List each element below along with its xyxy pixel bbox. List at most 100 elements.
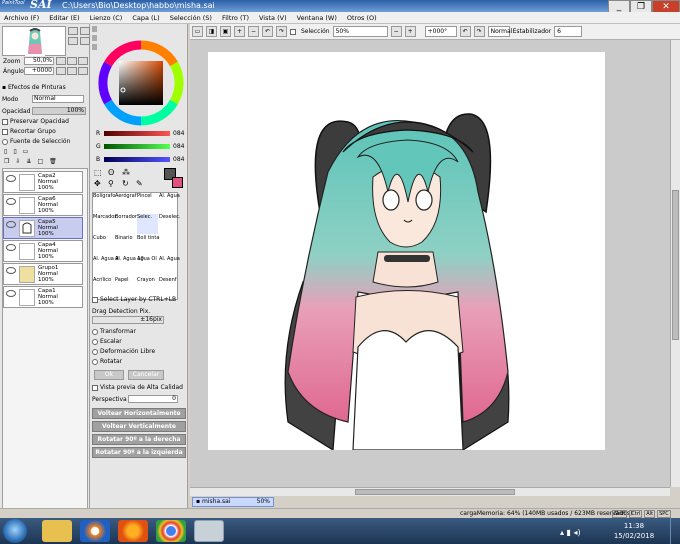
brush-slot[interactable]: Binario [115,235,136,255]
clip-group-checkbox[interactable] [2,128,8,135]
document-tab[interactable]: ▪ misha.sai 50% [192,497,274,507]
brush-slot[interactable]: Al. Agua [159,256,180,276]
rotate-radio[interactable] [92,358,98,365]
lasso-tool-icon[interactable]: ʘ [108,168,120,177]
opacity-slider[interactable]: 100% [32,107,86,115]
brush-slot[interactable]: Cubo [93,235,114,255]
zoom-inc-button[interactable] [67,57,77,65]
menu-layer[interactable]: Capa (L) [132,12,159,23]
free-deform-radio[interactable] [92,348,98,355]
rgb-mode-button[interactable] [92,35,97,41]
menu-others[interactable]: Otros (O) [347,12,377,23]
layer-group-item[interactable]: Grupo1 Normal 100% [3,263,83,285]
rotate-left-icon[interactable]: ↶ [262,26,273,37]
mode-select[interactable]: Normal [32,95,84,103]
copy-layer-icon[interactable]: ❐ [4,158,9,165]
brush-slot[interactable]: Acrílico [93,277,114,297]
visibility-eye-icon[interactable] [6,198,16,205]
show-desktop-button[interactable] [670,518,680,544]
rotate-left-button[interactable]: Rotatar 90º a la izquierda [92,447,186,458]
ok-button[interactable]: Ok [94,370,124,380]
select-layer-checkbox[interactable] [92,296,98,303]
layer-item[interactable]: Capa6 Normal 100% [3,194,83,216]
brush-slot[interactable]: Al. Agua 10 [115,256,144,276]
flip-horizontal-button[interactable]: Voltear Horizontalmente [92,408,186,419]
b-slider[interactable] [104,157,170,162]
zoom-reset-button[interactable] [78,57,88,65]
flip-vertical-button[interactable]: Voltear Verticalmente [92,421,186,432]
menu-edit[interactable]: Editar (E) [49,12,80,23]
brush-slot[interactable]: Deselec. [159,214,180,234]
brush-slot[interactable]: Aerógraf [115,193,136,213]
menu-window[interactable]: Ventana (W) [297,12,337,23]
nav-fit-button[interactable] [68,37,78,45]
navigator-preview[interactable] [2,26,66,56]
brush-slot[interactable]: Borrador [115,214,137,234]
start-button-icon[interactable] [3,519,27,543]
rotate-right-icon[interactable]: ↷ [276,26,287,37]
horizontal-scrollbar[interactable] [190,487,670,496]
zoom-out-icon[interactable]: − [248,26,259,37]
brush-slot[interactable]: Marcador [93,214,116,234]
rotate-option[interactable]: Rotatar [92,358,122,365]
layer-item[interactable]: Capa4 Normal 100% [3,240,83,262]
scale-radio[interactable] [92,338,98,345]
layer-item[interactable]: Capa1 Normal 100% [3,286,83,308]
angle-reset-button[interactable] [78,67,88,75]
brush-slot[interactable]: Pincel [137,193,158,213]
angle-inc-button[interactable] [67,67,77,75]
hq-preview-option[interactable]: Vista previa de Alta Calidad [92,384,183,391]
transform-radio[interactable] [92,328,98,335]
zoom-minus-button[interactable]: − [390,26,402,37]
brush-slot[interactable]: Al. Agua [159,193,180,213]
chrome-icon[interactable] [156,520,186,542]
zoom-field[interactable]: 50,0% [24,57,54,65]
show-selection-icon[interactable]: ▣ [220,26,231,37]
new-linework-icon[interactable]: ▯ [13,148,16,155]
zoom-dec-button[interactable] [56,57,66,65]
nav-zoom-out-button[interactable] [80,27,90,35]
rotation-left-button[interactable]: ↶ [459,26,471,37]
visibility-eye-icon[interactable] [6,267,16,274]
zoom-select[interactable]: 50% [332,26,388,37]
menu-file[interactable]: Archivo (F) [4,12,39,23]
stabilizer-select[interactable]: 6 [554,26,583,37]
effects-label[interactable]: ▪ Efectos de Pinturas [2,84,66,91]
merge-down-icon[interactable]: ⇩ [15,158,20,165]
invert-selection-icon[interactable]: ◨ [206,26,217,37]
g-value[interactable]: 084 [173,143,184,150]
rotate-right-button[interactable]: Rotatar 90º a la derecha [92,434,186,445]
menu-filter[interactable]: Filtro (T) [222,12,249,23]
zoom-plus-button[interactable]: + [404,26,416,37]
clock[interactable]: 11:38 15/02/2018 [610,521,658,541]
brush-slot[interactable]: Agua Ol [137,256,158,276]
r-slider[interactable] [104,131,170,136]
brush-slot[interactable]: Desenf [159,277,180,297]
magic-wand-icon[interactable]: ⁂ [122,168,134,177]
new-folder-icon[interactable]: ▭ [23,148,29,155]
menu-selection[interactable]: Selección (S) [170,12,212,23]
file-explorer-icon[interactable] [42,520,72,542]
blender-icon[interactable] [80,520,110,542]
deselect-icon[interactable]: ▭ [192,26,203,37]
layer-item[interactable]: Capa2 Normal 100% [3,171,83,193]
system-tray-icons[interactable]: ▴ ▮ ◂) [560,528,581,537]
rotate-tool-icon[interactable]: ↻ [122,179,134,188]
layer-item-selected[interactable]: Capa5 Normal 100% [3,217,83,239]
hq-preview-checkbox[interactable] [92,384,98,391]
secondary-color-swatch[interactable] [172,177,183,188]
angle-field[interactable]: +0000 [24,67,54,75]
hsv-mode-button[interactable] [92,44,97,50]
nav-zoom-in-button[interactable] [68,27,78,35]
brush-slot[interactable]: Boli tinta [137,235,159,255]
angle-dec-button[interactable] [56,67,66,75]
horizontal-scroll-thumb[interactable] [355,489,515,495]
rotation-field[interactable]: +000° [424,26,457,37]
zoom-in-icon[interactable]: + [234,26,245,37]
zoom-tool-icon[interactable]: ⚲ [108,179,120,188]
new-layer-icon[interactable]: ▯ [4,148,7,155]
select-layer-option[interactable]: Select Layer by CTRL+LB [92,296,176,303]
g-slider[interactable] [104,144,170,149]
selection-source-radio[interactable] [2,138,8,145]
vertical-scroll-thumb[interactable] [672,190,679,340]
